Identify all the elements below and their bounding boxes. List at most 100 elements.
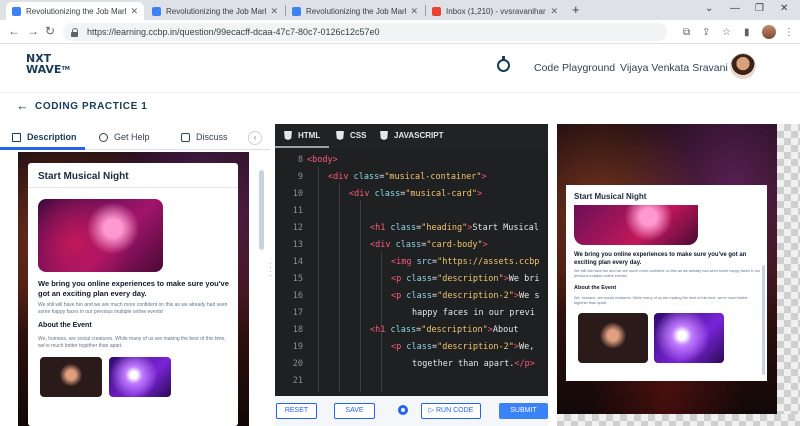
save-button[interactable]: SAVE <box>334 403 375 419</box>
tab-label: JAVASCRIPT <box>394 131 444 140</box>
code-line[interactable]: 21 <box>275 376 548 392</box>
maximize-icon[interactable]: ❐ <box>755 3 764 14</box>
card-heading: We bring you online experiences to make … <box>574 252 747 266</box>
tab-javascript[interactable]: JAVASCRIPT <box>380 131 444 140</box>
close-tab-icon[interactable]: ✕ <box>130 6 138 17</box>
close-window-icon[interactable]: ✕ <box>780 3 788 14</box>
code-line[interactable]: 13 <div class="card-body"> <box>275 240 548 257</box>
code-line[interactable]: 8 <body> <box>275 155 548 172</box>
code-line[interactable]: 18 <h1 class="description">About <box>275 325 548 342</box>
code-line[interactable]: 11 <box>275 206 548 223</box>
reset-button[interactable]: RESET <box>276 403 317 419</box>
singer-image <box>578 313 648 363</box>
open-in-app-icon[interactable]: ⧉ <box>683 27 690 38</box>
tab-title: Revolutionizing the Job Market <box>166 6 267 16</box>
line-number: 19 <box>292 342 303 352</box>
code-text: together than apart.</p> <box>412 359 535 369</box>
line-number: 14 <box>292 257 303 267</box>
left-scrollbar[interactable] <box>259 170 264 250</box>
code-text: <body> <box>307 155 338 165</box>
submit-button[interactable]: SUBMIT <box>499 403 548 419</box>
url-bar[interactable]: https://learning.ccbp.in/question/99ecac… <box>63 23 667 41</box>
back-icon[interactable]: ← <box>8 24 20 38</box>
code-line[interactable]: 10 <div class="musical-card"> <box>275 189 548 206</box>
tab-get-help[interactable]: Get Help <box>99 132 150 142</box>
code-lines[interactable]: 8 <body> 9 <div class="musical-container"> 1… <box>275 152 548 392</box>
code-text: <div class="card-body"> <box>370 240 488 250</box>
code-line[interactable]: 12 <h1 class="heading">Start Musical <box>275 223 548 240</box>
collapse-pane-icon[interactable]: ‹ <box>248 131 262 145</box>
url-text: https://learning.ccbp.in/question/99ecac… <box>87 27 380 37</box>
html-icon <box>284 131 292 140</box>
reload-icon[interactable]: ↻ <box>45 24 55 38</box>
tab-label: CSS <box>350 131 367 140</box>
browser-tab-1[interactable]: Revolutionizing the Job Market ✕ <box>6 2 144 20</box>
minimize-icon[interactable]: — <box>730 3 740 14</box>
browser-tab-3[interactable]: Revolutionizing the Job Market ✕ <box>286 2 424 20</box>
tab-html[interactable]: HTML <box>284 131 320 140</box>
code-line[interactable]: 16 <p class="description-2">We s <box>275 291 548 308</box>
lock-icon <box>71 27 79 37</box>
logo-line-2: WAVE <box>26 63 62 76</box>
code-text: <p class="description">We bri <box>391 274 540 284</box>
output-scrollbar[interactable] <box>762 265 765 375</box>
code-text: <h1 class="description">About <box>370 325 519 335</box>
site-favicon-icon <box>12 6 21 16</box>
line-number: 16 <box>292 291 303 301</box>
browser-tab-2[interactable]: Revolutionizing the Job Market ✕ <box>146 2 284 20</box>
code-line[interactable]: 19 <p class="description-2">We, <box>275 342 548 359</box>
card-heading: We bring you online experiences to make … <box>38 279 229 298</box>
tab-search-icon[interactable]: ⌄ <box>705 3 713 14</box>
line-number: 12 <box>292 223 303 233</box>
user-avatar[interactable] <box>730 53 756 79</box>
line-number: 9 <box>297 172 303 182</box>
bookmark-star-icon[interactable]: ☆ <box>722 27 731 38</box>
menu-kebab-icon[interactable]: ⋮ <box>784 27 794 38</box>
line-number: 17 <box>292 308 303 318</box>
code-text: happy faces in our previ <box>412 308 535 318</box>
code-text: <div class="musical-container"> <box>328 172 487 182</box>
streak-timer-icon[interactable] <box>497 56 510 72</box>
code-line[interactable]: 14 <img src="https://assets.ccbp <box>275 257 548 274</box>
code-line[interactable]: 15 <p class="description">We bri <box>275 274 548 291</box>
close-tab-icon[interactable]: ✕ <box>550 6 558 17</box>
close-tab-icon[interactable]: ✕ <box>410 6 418 17</box>
tab-discuss[interactable]: Discuss <box>181 132 228 142</box>
line-number: 18 <box>292 325 303 335</box>
run-code-button[interactable]: ▷ RUN CODE <box>421 403 481 419</box>
tab-label: Get Help <box>114 132 150 142</box>
user-name[interactable]: Vijaya Venkata Sravani <box>620 62 728 74</box>
tab-title: Revolutionizing the Job Market <box>306 6 407 16</box>
browser-profile-avatar[interactable] <box>762 25 776 39</box>
new-tab-icon[interactable]: + <box>572 2 580 17</box>
tab-css[interactable]: CSS <box>336 131 366 140</box>
about-heading: About the Event <box>38 322 92 329</box>
browser-tab-4[interactable]: Inbox (1,210) - vvsravanihari@gm ✕ <box>426 2 564 20</box>
output-card: Start Musical Night We bring you online … <box>566 185 767 381</box>
run-code-label: RUN CODE <box>435 407 474 414</box>
code-text: <p class="description-2">We s <box>391 291 540 301</box>
document-icon <box>12 132 21 142</box>
chat-icon <box>181 132 190 142</box>
tab-title: Inbox (1,210) - vvsravanihari@gm <box>446 6 546 16</box>
code-playground-link[interactable]: Code Playground <box>534 62 615 74</box>
line-number: 11 <box>292 206 303 216</box>
code-line[interactable]: 9 <div class="musical-container"> <box>275 172 548 189</box>
nxtwave-logo[interactable]: NXT WAVETM <box>26 53 70 75</box>
singer-image <box>40 357 102 397</box>
share-icon[interactable]: ⇪ <box>702 27 710 38</box>
back-arrow-icon[interactable]: ← <box>16 98 29 113</box>
resize-handle[interactable]: · · · · <box>269 260 272 280</box>
concert-image <box>38 199 163 272</box>
code-text: <div class="musical-card"> <box>349 189 483 199</box>
about-text: We, humans, are social creatures. While … <box>38 336 226 349</box>
active-editor-tab-underline <box>275 146 329 148</box>
forward-icon[interactable]: → <box>27 24 39 38</box>
settings-gear-icon[interactable] <box>398 405 408 415</box>
code-line[interactable]: 17 happy faces in our previ <box>275 308 548 325</box>
tab-description[interactable]: Description <box>12 132 77 142</box>
side-panel-icon[interactable]: ▮ <box>744 27 750 38</box>
close-tab-icon[interactable]: ✕ <box>270 6 278 17</box>
card-description: We still will have fun and we are much m… <box>574 269 761 278</box>
code-line[interactable]: 20 together than apart.</p> <box>275 359 548 376</box>
